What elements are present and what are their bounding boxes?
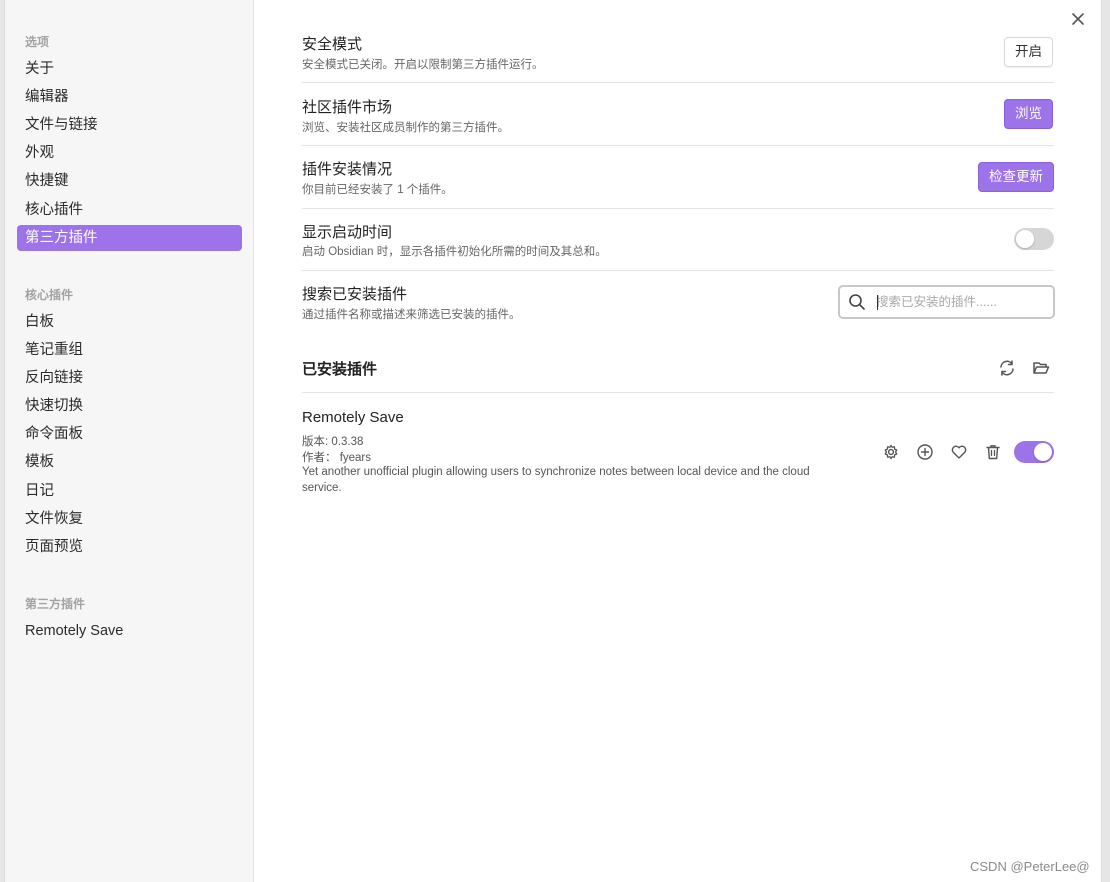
- setting-installed-plugins: 插件安装情况 你目前已经安装了 1 个插件。 检查更新: [302, 146, 1054, 209]
- plugin-enable-toggle[interactable]: [1014, 441, 1054, 463]
- toggle-knob: [1034, 443, 1052, 461]
- plugin-version: 版本: 0.3.38: [302, 436, 364, 448]
- sidebar-item-core-plugins[interactable]: 核心插件: [17, 197, 242, 223]
- sidebar-item-command-palette[interactable]: 命令面板: [17, 421, 242, 447]
- sidebar-item-remotely-save[interactable]: Remotely Save: [17, 618, 242, 644]
- sidebar-item-editor[interactable]: 编辑器: [17, 84, 242, 110]
- heart-icon: [951, 445, 967, 459]
- sidebar-heading-core-plugins: 核心插件: [25, 288, 74, 302]
- watermark: CSDN @PeterLee@: [970, 859, 1090, 874]
- toggle-knob: [1016, 230, 1034, 248]
- section-divider: [302, 392, 1054, 393]
- plugin-search-input[interactable]: [876, 291, 1046, 313]
- search-icon: [849, 294, 865, 310]
- sidebar-item-backlinks[interactable]: 反向链接: [17, 365, 242, 391]
- sidebar-item-note-composer[interactable]: 笔记重组: [17, 337, 242, 363]
- trash-icon: [986, 445, 1000, 460]
- sidebar-item-hotkeys[interactable]: 快捷键: [17, 168, 242, 194]
- folder-open-icon: [1033, 362, 1050, 374]
- text-caret: [877, 295, 878, 310]
- reload-plugins-button[interactable]: [995, 356, 1019, 380]
- plugin-options-button[interactable]: [879, 440, 903, 464]
- open-plugins-folder-button[interactable]: [1029, 356, 1053, 380]
- plus-circle-icon: [917, 444, 933, 460]
- setting-desc: 通过插件名称或描述来筛选已安装的插件。: [302, 309, 521, 321]
- setting-desc: 浏览、安装社区成员制作的第三方插件。: [302, 122, 509, 134]
- sidebar-item-files-links[interactable]: 文件与链接: [17, 112, 242, 138]
- sidebar-heading-community: 第三方插件: [25, 597, 86, 611]
- setting-name: 显示启动时间: [302, 224, 393, 241]
- sidebar-item-templates[interactable]: 模板: [17, 449, 242, 475]
- plugin-author: 作者： fyears: [302, 452, 372, 464]
- sidebar-item-appearance[interactable]: 外观: [17, 140, 242, 166]
- plugin-description: Yet another unofficial plugin allowing u…: [302, 466, 810, 494]
- sidebar-item-about[interactable]: 关于: [17, 56, 242, 82]
- sidebar-item-daily-notes[interactable]: 日记: [17, 478, 242, 504]
- gear-icon: [884, 444, 898, 460]
- setting-name: 插件安装情况: [302, 161, 393, 178]
- settings-sidebar: 选项 关于 编辑器 文件与链接 外观 快捷键 核心插件 第三方插件 核心插件 白…: [5, 0, 254, 882]
- sidebar-item-file-recovery[interactable]: 文件恢复: [17, 506, 242, 532]
- close-icon: [1072, 13, 1084, 25]
- sidebar-item-quick-switcher[interactable]: 快速切换: [17, 393, 242, 419]
- startup-time-toggle[interactable]: [1014, 228, 1054, 250]
- plugin-search-box[interactable]: [838, 285, 1055, 319]
- safe-mode-button[interactable]: 开启: [1004, 37, 1053, 67]
- reload-icon: [1000, 360, 1014, 376]
- sidebar-item-community-plugins[interactable]: 第三方插件: [17, 225, 242, 251]
- setting-desc: 安全模式已关闭。开启以限制第三方插件运行。: [302, 59, 544, 71]
- setting-community-market: 社区插件市场 浏览、安装社区成员制作的第三方插件。 浏览: [302, 83, 1054, 146]
- sidebar-item-canvas[interactable]: 白板: [17, 309, 242, 335]
- close-button[interactable]: [1067, 8, 1089, 30]
- setting-startup-time: 显示启动时间 启动 Obsidian 时，显示各插件初始化所需的时间及其总和。: [302, 208, 1054, 271]
- setting-desc: 你目前已经安装了 1 个插件。: [302, 184, 453, 196]
- sidebar-heading-options: 选项: [25, 35, 50, 49]
- setting-desc: 启动 Obsidian 时，显示各插件初始化所需的时间及其总和。: [302, 246, 607, 258]
- installed-plugins-title: 已安装插件: [302, 361, 378, 378]
- plugin-donate-button[interactable]: [947, 440, 971, 464]
- setting-safe-mode: 安全模式 安全模式已关闭。开启以限制第三方插件运行。 开启: [302, 20, 1054, 83]
- plugin-uninstall-button[interactable]: [981, 440, 1005, 464]
- setting-name: 搜索已安装插件: [302, 286, 408, 303]
- setting-name: 安全模式: [302, 36, 363, 53]
- sidebar-item-page-preview[interactable]: 页面预览: [17, 534, 242, 560]
- plugin-name: Remotely Save: [302, 409, 404, 426]
- setting-name: 社区插件市场: [302, 99, 393, 116]
- check-updates-button[interactable]: 检查更新: [978, 162, 1054, 192]
- plugin-hotkeys-button[interactable]: [913, 440, 937, 464]
- browse-button[interactable]: 浏览: [1004, 99, 1053, 129]
